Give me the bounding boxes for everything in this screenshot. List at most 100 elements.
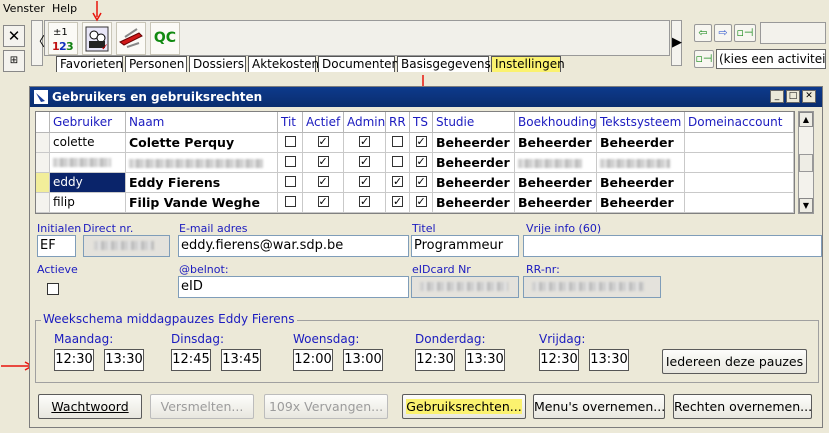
ts-checkbox[interactable]: ✓ bbox=[415, 196, 427, 207]
cell-actief[interactable]: ✓ bbox=[303, 193, 344, 213]
col-studie[interactable]: Studie bbox=[433, 112, 515, 133]
cell-rr[interactable]: ✓ bbox=[386, 193, 410, 213]
actief-checkbox[interactable]: ✓ bbox=[317, 156, 329, 167]
scroll-thumb[interactable] bbox=[799, 154, 813, 172]
admin-checkbox[interactable]: ✓ bbox=[359, 196, 370, 207]
pause-to-field[interactable]: 13:30 bbox=[589, 349, 629, 371]
toolbar-scroll-left-icon[interactable]: 〈 bbox=[31, 20, 45, 66]
cell-tit[interactable] bbox=[278, 173, 303, 193]
pause-to-field[interactable]: 13:00 bbox=[343, 349, 383, 371]
pause-from-field[interactable]: 12:30 bbox=[54, 349, 94, 371]
tit-checkbox[interactable] bbox=[284, 156, 296, 167]
grid-scrollbar[interactable]: ▲ ▼ bbox=[798, 111, 814, 214]
col-rr[interactable]: RR bbox=[386, 112, 410, 133]
belnot-field[interactable]: eID bbox=[178, 276, 409, 298]
rechten-overnemen-button[interactable]: Rechten overnemen... bbox=[673, 394, 812, 419]
col-tekstsysteem[interactable]: Tekstsysteem bbox=[597, 112, 685, 133]
cell-ts[interactable]: ✓ bbox=[410, 173, 433, 193]
cell-admin[interactable]: ✓ bbox=[344, 173, 386, 193]
pin-icon[interactable]: ▫⊣ bbox=[734, 24, 756, 42]
rr-checkbox[interactable] bbox=[392, 136, 403, 147]
col-gebruiker[interactable]: Gebruiker bbox=[50, 112, 126, 133]
tab-aktekosten[interactable]: Aktekosten bbox=[248, 56, 319, 72]
col-admin[interactable]: Admin bbox=[344, 112, 386, 133]
row-indicator[interactable] bbox=[36, 193, 50, 213]
admin-checkbox[interactable]: ✓ bbox=[359, 156, 370, 167]
close-window-icon[interactable]: ✕ bbox=[802, 90, 816, 103]
tab-basisgegevens[interactable]: Basisgegevens bbox=[397, 56, 491, 72]
wachtwoord-button[interactable]: Wachtwoord bbox=[38, 394, 142, 419]
email-field[interactable]: eddy.fierens@war.sdp.be bbox=[178, 235, 409, 257]
cell-studie[interactable]: Beheerder bbox=[433, 153, 515, 173]
cell-ts[interactable]: ✓ bbox=[410, 193, 433, 213]
cell-tekstsysteem[interactable]: Beheerder bbox=[597, 193, 685, 213]
pause-to-field[interactable]: 13:30 bbox=[465, 349, 505, 371]
rr-checkbox[interactable]: ✓ bbox=[392, 196, 403, 207]
cell-tit[interactable] bbox=[278, 133, 303, 153]
tit-checkbox[interactable] bbox=[284, 196, 296, 207]
activity-pin-icon[interactable]: ▫⊣ bbox=[694, 50, 714, 68]
col-actief[interactable]: Actief bbox=[303, 112, 344, 133]
cell-ts[interactable]: ✓ bbox=[410, 133, 433, 153]
cell-actief[interactable]: ✓ bbox=[303, 133, 344, 153]
scroll-down-icon[interactable]: ▼ bbox=[799, 198, 813, 213]
tit-checkbox[interactable] bbox=[284, 136, 296, 147]
tree-view-icon[interactable]: ⊞ bbox=[3, 50, 25, 72]
tab-dossiers[interactable]: Dossiers bbox=[189, 56, 246, 72]
nav-back-icon[interactable]: ⇦ bbox=[694, 24, 712, 42]
activity-select[interactable]: (kies een activiteit :) bbox=[716, 49, 826, 69]
cell-gebruiker[interactable]: filip bbox=[50, 193, 126, 213]
calculator-123-icon[interactable]: ±1 1 2 3 bbox=[48, 22, 78, 55]
direct-field[interactable] bbox=[83, 235, 170, 257]
col-ts[interactable]: TS bbox=[410, 112, 433, 133]
close-icon[interactable]: ✕ bbox=[3, 25, 25, 47]
cell-naam[interactable] bbox=[126, 153, 278, 173]
scroll-up-icon[interactable]: ▲ bbox=[799, 112, 813, 127]
cell-gebruiker[interactable] bbox=[50, 153, 126, 173]
cell-boekhouding[interactable] bbox=[515, 153, 597, 173]
actief-checkbox[interactable]: ✓ bbox=[317, 176, 329, 187]
row-indicator[interactable] bbox=[36, 153, 50, 173]
cell-gebruiker[interactable]: eddy bbox=[50, 173, 126, 193]
rr-checkbox[interactable] bbox=[392, 156, 403, 167]
cell-boekhouding[interactable]: Beheerder bbox=[515, 173, 597, 193]
swiss-knife-icon[interactable] bbox=[116, 22, 146, 55]
col-tit[interactable]: Tit bbox=[278, 112, 303, 133]
titel-field[interactable]: Programmeur bbox=[411, 235, 519, 257]
cell-admin[interactable]: ✓ bbox=[344, 153, 386, 173]
cell-tit[interactable] bbox=[278, 153, 303, 173]
initialen-field[interactable]: EF bbox=[37, 235, 76, 257]
cell-rr[interactable] bbox=[386, 133, 410, 153]
tit-checkbox[interactable] bbox=[284, 176, 296, 187]
gebruiksrechten-button[interactable]: Gebruiksrechten... bbox=[402, 394, 526, 419]
vervangen-button[interactable]: 109x Vervangen... bbox=[264, 394, 388, 419]
row-indicator[interactable] bbox=[36, 173, 50, 193]
row-indicator[interactable] bbox=[36, 133, 50, 153]
cell-gebruiker[interactable]: colette bbox=[50, 133, 126, 153]
cell-actief[interactable]: ✓ bbox=[303, 173, 344, 193]
cell-boekhouding[interactable]: Beheerder bbox=[515, 133, 597, 153]
rr-field[interactable] bbox=[523, 276, 661, 298]
admin-checkbox[interactable]: ✓ bbox=[359, 136, 370, 147]
rr-checkbox[interactable]: ✓ bbox=[392, 176, 403, 187]
cell-domein[interactable] bbox=[685, 173, 794, 193]
cell-tekstsysteem[interactable]: Beheerder bbox=[597, 173, 685, 193]
cell-tekstsysteem[interactable]: Beheerder bbox=[597, 133, 685, 153]
apply-all-button[interactable]: Iedereen deze pauzes bbox=[662, 349, 807, 374]
pause-from-field[interactable]: 12:45 bbox=[171, 349, 211, 371]
tab-documenten[interactable]: Documenten bbox=[318, 56, 399, 72]
admin-checkbox[interactable]: ✓ bbox=[359, 176, 370, 187]
actief-checkbox[interactable]: ✓ bbox=[317, 196, 329, 207]
cell-domein[interactable] bbox=[685, 133, 794, 153]
cell-admin[interactable]: ✓ bbox=[344, 193, 386, 213]
vrije-field[interactable] bbox=[523, 235, 822, 257]
cell-boekhouding[interactable]: Beheerder bbox=[515, 193, 597, 213]
cell-rr[interactable] bbox=[386, 153, 410, 173]
cell-naam[interactable]: Eddy Fierens bbox=[126, 173, 278, 193]
pause-from-field[interactable]: 12:30 bbox=[415, 349, 455, 371]
eid-field[interactable] bbox=[411, 276, 519, 298]
qc-icon[interactable]: QC bbox=[150, 22, 180, 55]
user-rights-icon[interactable]: ✓ bbox=[82, 22, 112, 55]
actieve-checkbox[interactable] bbox=[47, 283, 59, 295]
nav-forward-icon[interactable]: ⇨ bbox=[714, 24, 732, 42]
